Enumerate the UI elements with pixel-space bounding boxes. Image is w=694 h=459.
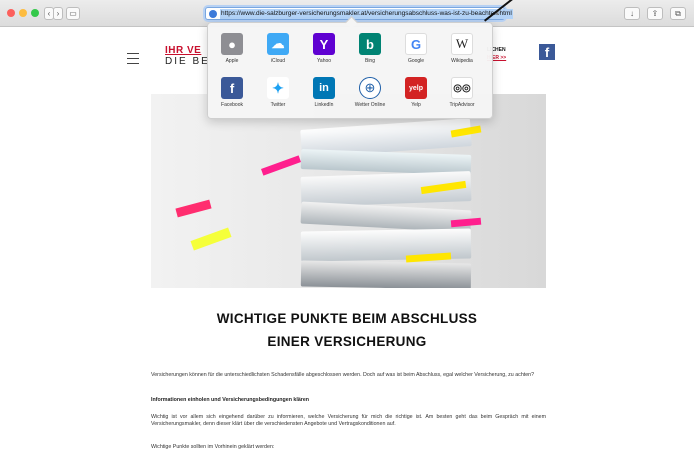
favorite-google[interactable]: G Google <box>396 33 436 64</box>
facebook-icon: f <box>221 77 243 99</box>
favorite-label: Yelp <box>411 102 421 108</box>
brand-line-2: DIE BE <box>165 56 210 67</box>
article-title-line-1: WICHTIGE PUNKTE BEIM ABSCHLUSS <box>216 311 478 326</box>
article-subheading: Informationen einholen und Versicherungs… <box>151 397 310 403</box>
favorite-label: Google <box>407 58 425 64</box>
zoom-window-icon[interactable] <box>31 9 39 17</box>
favorite-label: Yahoo <box>316 58 332 64</box>
linkedin-icon: in <box>313 77 335 99</box>
favorite-bing[interactable]: b Bing <box>350 33 390 64</box>
menu-icon[interactable] <box>127 53 139 68</box>
address-bar[interactable]: https://www.die-salzburger-versicherungs… <box>205 7 513 20</box>
favorite-label: TripAdvisor <box>449 102 475 108</box>
favorite-apple[interactable]: ● Apple <box>212 33 252 64</box>
favorite-wetter-online[interactable]: ⊕ Wetter Online <box>350 77 390 108</box>
twitter-icon: ✦ <box>267 77 289 99</box>
favorite-label: Wetter Online <box>354 102 386 108</box>
favorite-wikipedia[interactable]: W Wikipedia <box>442 33 482 64</box>
favorite-label: LinkedIn <box>314 102 334 108</box>
url-text[interactable]: https://www.die-salzburger-versicherungs… <box>220 9 513 19</box>
yelp-icon: yelp <box>405 77 427 99</box>
article-body: Wichtig ist vor allem sich eingehend dar… <box>151 414 546 428</box>
wikipedia-icon: W <box>451 33 473 55</box>
close-window-icon[interactable] <box>7 9 15 17</box>
favorites-popover: ● Apple ☁ iCloud Y Yahoo b Bing G Google… <box>207 22 493 119</box>
article-title-line-2: EINER VERSICHERUNG <box>267 334 427 349</box>
favorite-label: Wikipedia <box>451 58 473 64</box>
apple-icon: ● <box>221 33 243 55</box>
article-intro: Versicherungen können für die unterschie… <box>151 372 535 378</box>
facebook-header-icon[interactable]: f <box>539 44 555 60</box>
google-icon: G <box>405 33 427 55</box>
favorite-label: iCloud <box>270 58 286 64</box>
icloud-icon: ☁ <box>267 33 289 55</box>
minimize-window-icon[interactable] <box>19 9 27 17</box>
share-icon[interactable]: ⇪ <box>647 7 663 20</box>
tripadvisor-icon: ◎◎ <box>451 77 473 99</box>
favorite-label: Facebook <box>221 102 243 108</box>
globe-icon <box>209 10 217 18</box>
favorite-facebook[interactable]: f Facebook <box>212 77 252 108</box>
favorite-label: Twitter <box>270 102 286 108</box>
favorite-icloud[interactable]: ☁ iCloud <box>258 33 298 64</box>
forward-icon[interactable]: › <box>53 7 63 20</box>
wetter-online-icon: ⊕ <box>359 77 381 99</box>
favorite-linkedin[interactable]: in LinkedIn <box>304 77 344 108</box>
download-icon[interactable]: ↓ <box>624 7 640 20</box>
tabs-icon[interactable]: ⧉ <box>670 7 686 20</box>
favorite-yahoo[interactable]: Y Yahoo <box>304 33 344 64</box>
favorite-tripadvisor[interactable]: ◎◎ TripAdvisor <box>442 77 482 108</box>
bing-icon: b <box>359 33 381 55</box>
brand-line-1[interactable]: IHR VE <box>165 45 201 56</box>
favorite-label: Apple <box>225 58 239 64</box>
hero-image <box>151 94 546 288</box>
yahoo-icon: Y <box>313 33 335 55</box>
favorite-label: Bing <box>364 58 375 64</box>
favorite-yelp[interactable]: yelp Yelp <box>396 77 436 108</box>
article-body-2: Wichtige Punkte sollten im Vorhinein gek… <box>151 444 275 450</box>
favorite-twitter[interactable]: ✦ Twitter <box>258 77 298 108</box>
sidebar-icon[interactable]: ▭ <box>66 7 80 20</box>
